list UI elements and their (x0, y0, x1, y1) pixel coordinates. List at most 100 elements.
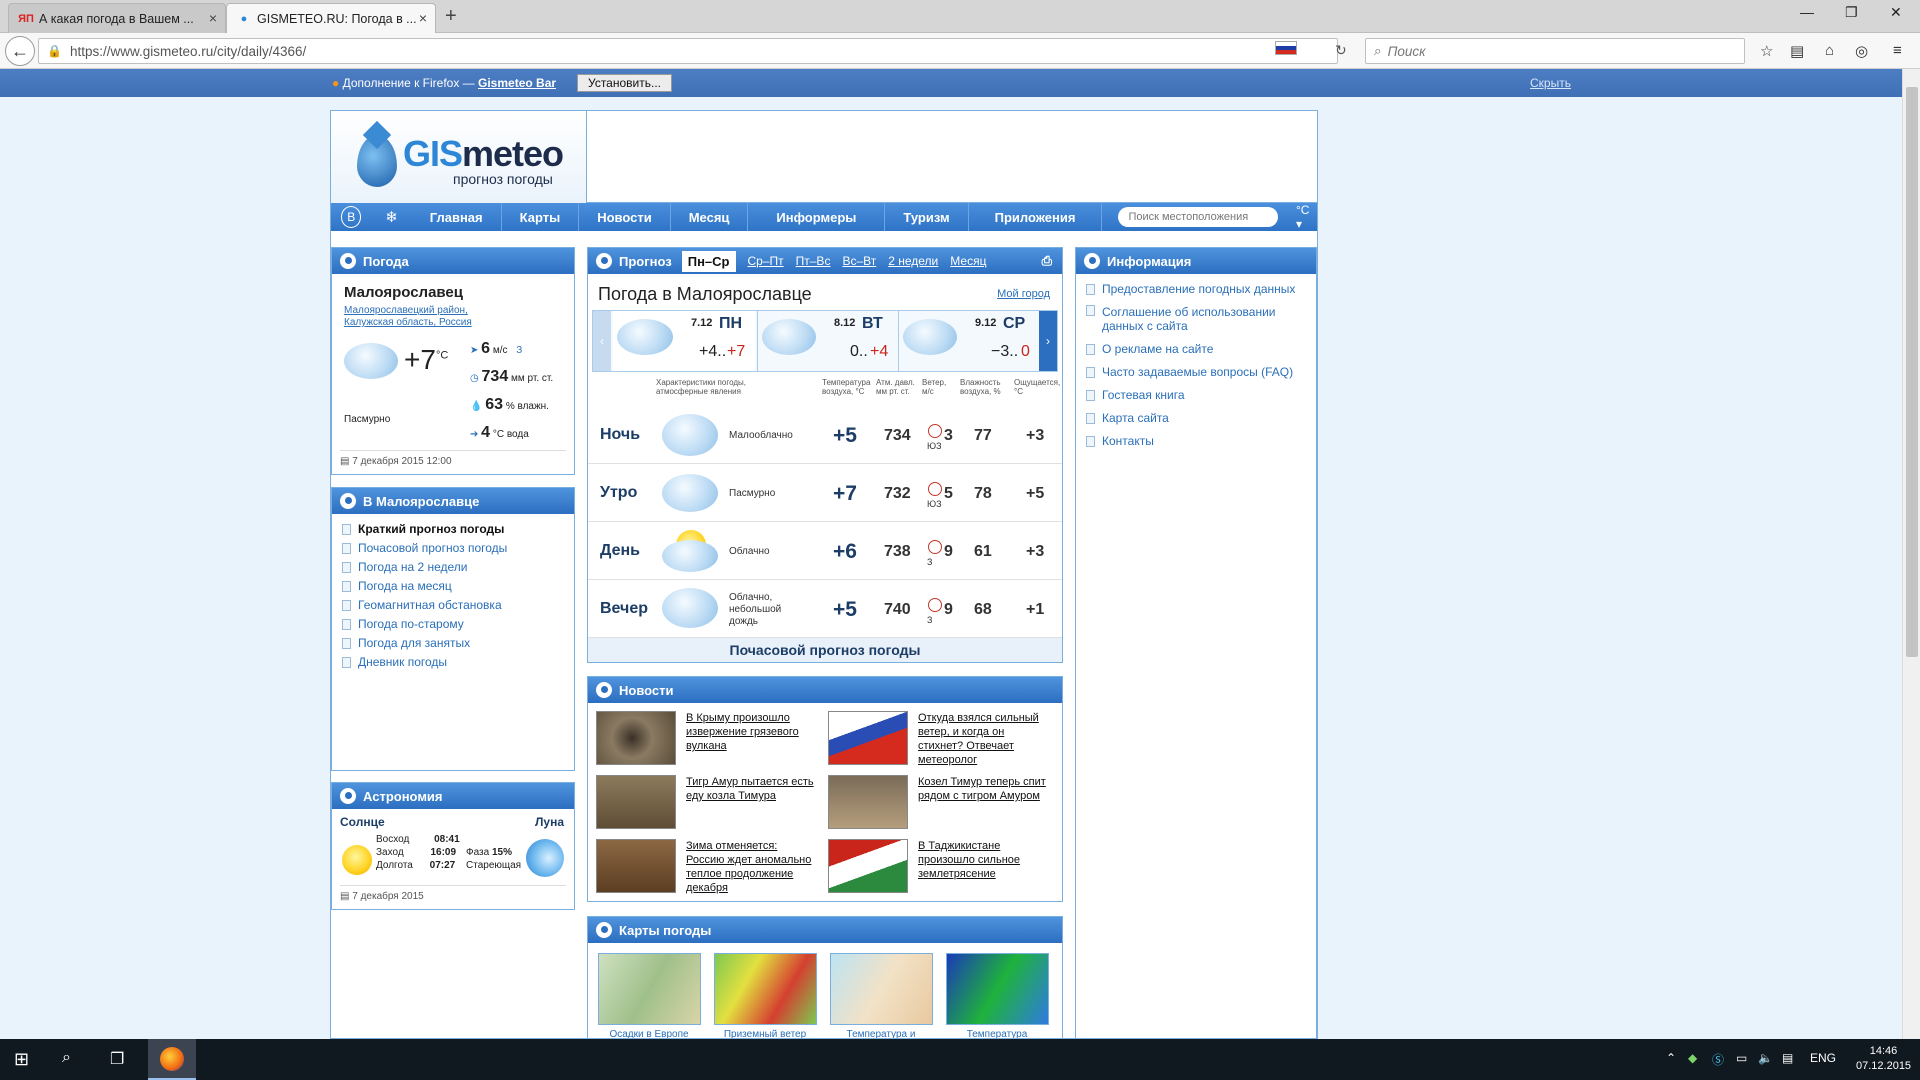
my-city-link[interactable]: Мой город (997, 288, 1050, 300)
close-window-icon[interactable]: ✕ (1890, 4, 1902, 21)
snowflake-icon[interactable]: ❄ (381, 206, 401, 228)
day-card[interactable]: 7.12 ПН +4.. +7 (613, 311, 755, 371)
new-tab-icon[interactable]: + (445, 5, 457, 28)
minimize-icon[interactable]: — (1800, 4, 1814, 20)
city-link[interactable]: Почасовой прогноз погоды (342, 541, 507, 555)
scrollbar-thumb[interactable] (1906, 87, 1918, 657)
russia-flag-icon[interactable] (1275, 41, 1297, 55)
hide-link[interactable]: Скрыть (1530, 76, 1571, 90)
next-arrow-icon[interactable]: › (1039, 311, 1057, 371)
tray-app-icon[interactable]: ◆ (1688, 1051, 1697, 1065)
tray-chevron-icon[interactable]: ⌃ (1666, 1051, 1676, 1065)
menu-item-home[interactable]: Главная (412, 203, 502, 231)
page-scrollbar[interactable] (1902, 69, 1920, 1039)
volume-icon[interactable]: 🔈 (1758, 1051, 1773, 1065)
updated-time: 7 декабря 2015 12:00 (352, 456, 452, 467)
search-icon: ⌕ (1374, 43, 1382, 58)
gismeteo-logo[interactable]: GISmeteo прогноз погоды (331, 111, 587, 203)
info-link[interactable]: О рекламе на сайте (1086, 342, 1312, 356)
tab-2-weeks[interactable]: 2 недели (888, 254, 938, 268)
task-view-icon[interactable]: ❐ (110, 1049, 124, 1069)
menu-item-month[interactable]: Месяц (671, 203, 749, 231)
city-link[interactable]: Геомагнитная обстановка (342, 598, 507, 612)
menu-item-apps[interactable]: Приложения (969, 203, 1103, 231)
maximize-icon[interactable]: ❐ (1845, 4, 1858, 21)
firefox-taskbar-button[interactable] (148, 1039, 196, 1080)
news-thumbnail[interactable] (596, 775, 676, 829)
network-icon[interactable]: ▭ (1736, 1051, 1747, 1065)
url-bar[interactable]: 🔒 https://www.gismeteo.ru/city/daily/436… (38, 38, 1338, 64)
city-link[interactable]: Дневник погоды (342, 655, 507, 669)
menu-item-maps[interactable]: Карты (502, 203, 580, 231)
city-link[interactable]: Погода на месяц (342, 579, 507, 593)
tab-gismeteo[interactable]: ● GISMETEO.RU: Погода в ... × (226, 3, 436, 33)
map-thumbnail[interactable] (946, 953, 1049, 1025)
news-thumbnail[interactable] (596, 839, 676, 893)
addon-icon[interactable]: ◎ (1855, 42, 1868, 60)
location-search-input[interactable]: Поиск местоположения (1118, 207, 1278, 227)
addon-link[interactable]: Gismeteo Bar (478, 76, 556, 90)
tab-wed-fri[interactable]: Ср–Пт (748, 254, 784, 268)
map-thumbnail[interactable] (830, 953, 933, 1025)
gismeteo-icon (340, 253, 356, 269)
forecast-row-evening: Вечер Облачно, небольшой дождь +5 740 З … (588, 580, 1062, 638)
rain-cloud-icon (762, 319, 816, 355)
news-thumbnail[interactable] (828, 711, 908, 765)
menu-item-news[interactable]: Новости (579, 203, 671, 231)
news-thumbnail[interactable] (828, 775, 908, 829)
menu-item-tourism[interactable]: Туризм (885, 203, 969, 231)
news-link[interactable]: В Таджикистане произошло сильное землетр… (918, 839, 1038, 881)
close-tab-icon[interactable]: × (419, 10, 427, 26)
news-link[interactable]: Козел Тимур теперь спит рядом с тигром А… (918, 775, 1054, 803)
browser-search-input[interactable]: ⌕ Поиск (1365, 38, 1745, 64)
install-button[interactable]: Установить... (577, 74, 672, 92)
info-link[interactable]: Гостевая книга (1086, 388, 1312, 402)
windows-start-icon[interactable]: ⊞ (14, 1049, 29, 1070)
info-link[interactable]: Карта сайта (1086, 411, 1312, 425)
skype-icon[interactable]: Ⓢ (1712, 1051, 1724, 1068)
info-link[interactable]: Часто задаваемые вопросы (FAQ) (1086, 365, 1312, 379)
news-thumbnail[interactable] (828, 839, 908, 893)
close-tab-icon[interactable]: × (209, 10, 217, 26)
info-link[interactable]: Предоставление погодных данных (1086, 282, 1312, 296)
main-menu: В ❄ Главная Карты Новости Месяц Информер… (331, 203, 1317, 231)
news-thumbnail[interactable] (596, 711, 676, 765)
news-link[interactable]: В Крыму произошло извержение грязевого в… (686, 711, 806, 753)
tab-yandex[interactable]: ЯП А какая погода в Вашем ... × (8, 3, 226, 33)
wind-direction-icon (928, 598, 942, 612)
day-card[interactable]: 8.12 ВТ 0.. +4 (757, 311, 897, 371)
reload-icon[interactable]: ↻ (1335, 42, 1347, 59)
bookmark-star-icon[interactable]: ☆ (1760, 42, 1773, 60)
print-icon[interactable]: ⎙ (1042, 253, 1052, 269)
day-card[interactable]: 9.12 СР −3.. 0 (898, 311, 1038, 371)
tab-month[interactable]: Месяц (950, 254, 986, 268)
reading-list-icon[interactable]: ▤ (1790, 42, 1804, 60)
map-thumbnail[interactable] (714, 953, 817, 1025)
forecast-title: Погода в Малоярославце (598, 284, 812, 304)
city-link[interactable]: Погода по-старому (342, 617, 507, 631)
notifications-icon[interactable]: ▤ (1782, 1051, 1793, 1065)
search-icon[interactable]: ⌕ (62, 1049, 71, 1067)
menu-item-informers[interactable]: Информеры (748, 203, 886, 231)
city-link[interactable]: Краткий прогноз погоды (342, 522, 507, 536)
home-icon[interactable]: ⌂ (1825, 42, 1834, 59)
clock[interactable]: 14:46 07.12.2015 (1856, 1044, 1911, 1074)
news-link[interactable]: Зима отменяется: Россию ждет аномально т… (686, 839, 816, 895)
map-thumbnail[interactable] (598, 953, 701, 1025)
info-link[interactable]: Контакты (1086, 434, 1312, 448)
unit-selector[interactable]: °C ▾ (1296, 203, 1317, 231)
hourly-forecast-link[interactable]: Почасовой прогноз погоды (588, 638, 1062, 662)
tab-mon-wed[interactable]: Пн–Ср (681, 250, 736, 272)
menu-icon[interactable]: ≡ (1893, 42, 1902, 59)
city-link[interactable]: Погода на 2 недели (342, 560, 507, 574)
city-link[interactable]: Погода для занятых (342, 636, 507, 650)
tab-fri-sun[interactable]: Пт–Вс (796, 254, 831, 268)
prev-arrow-icon[interactable]: ‹ (593, 311, 611, 371)
back-arrow-icon[interactable]: ← (5, 36, 35, 66)
vk-icon[interactable]: В (341, 206, 362, 228)
tab-sun-tue[interactable]: Вс–Вт (842, 254, 876, 268)
news-link[interactable]: Тигр Амур пытается есть еду козла Тимура (686, 775, 816, 803)
info-link[interactable]: Соглашение об использовании данных с сай… (1086, 305, 1312, 333)
language-indicator[interactable]: ENG (1810, 1051, 1836, 1065)
news-link[interactable]: Откуда взялся сильный ветер, и когда он … (918, 711, 1048, 767)
